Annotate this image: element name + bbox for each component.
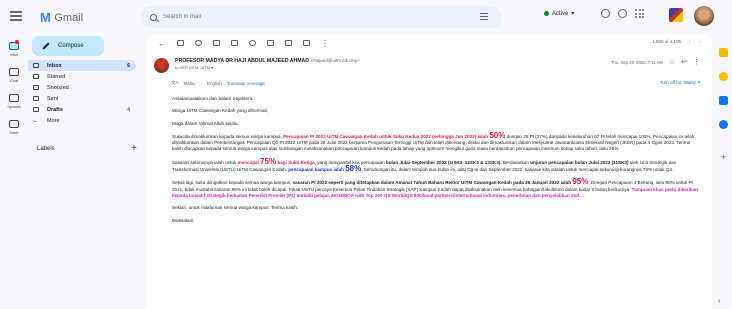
- greeting: Assalamualaikum dan Salam Sejahtera.: [172, 96, 254, 101]
- move-to-icon[interactable]: [285, 40, 292, 46]
- apps-grid-icon[interactable]: [635, 9, 644, 18]
- archive-icon[interactable]: [177, 40, 184, 46]
- labels-heading: Labels: [37, 146, 55, 152]
- star-icon[interactable]: ☆: [669, 58, 675, 66]
- spaces-icon: [9, 94, 19, 102]
- add-addon-icon[interactable]: +: [719, 152, 728, 162]
- send-icon: [33, 96, 39, 101]
- organization-logo[interactable]: [669, 8, 683, 22]
- chevron-down-icon: ▾: [571, 11, 575, 17]
- search-input[interactable]: [163, 14, 363, 20]
- rail-item-meet[interactable]: Meet: [0, 120, 28, 135]
- search-icon[interactable]: [150, 13, 157, 21]
- tasks-icon[interactable]: [719, 96, 728, 105]
- chat-icon: [9, 68, 19, 76]
- rail-item-spaces[interactable]: Spaces: [0, 94, 28, 109]
- message-header: PROFESOR MADYA DR HAJI ABDUL MAJEED AHMA…: [154, 58, 704, 73]
- chevron-down-icon: ⌄: [33, 117, 38, 124]
- meet-icon: [9, 120, 19, 128]
- star-icon: [33, 74, 39, 79]
- delete-icon[interactable]: [213, 40, 220, 46]
- add-label-button[interactable]: +: [131, 143, 137, 154]
- main-menu-icon[interactable]: [10, 11, 22, 21]
- next-page-icon[interactable]: ›: [699, 39, 701, 44]
- help-icon[interactable]: [601, 9, 610, 18]
- label-icon[interactable]: [303, 40, 310, 46]
- message-body: Assalamualaikum dan Salam Sejahtera. War…: [172, 96, 702, 230]
- message-date: Thu, Sep 29, 2022, 7:11 AM: [611, 59, 663, 65]
- closing: Wassalam.: [172, 217, 195, 223]
- turn-off-translate-link[interactable]: Turn off for: Malay ✕: [660, 80, 701, 86]
- search-bar[interactable]: [140, 6, 502, 28]
- snooze-icon[interactable]: [249, 40, 256, 46]
- reply-icon[interactable]: ↩: [681, 58, 687, 66]
- compose-label: Compose: [58, 43, 84, 49]
- wish: Moga dalam rahmat Allah selalu.: [172, 120, 239, 126]
- sidebar-item-starred[interactable]: Starred: [28, 71, 136, 82]
- top-bar: M Gmail Active ▾: [0, 0, 732, 34]
- pencil-icon: [42, 42, 50, 50]
- sidebar-item-drafts[interactable]: Drafts 4: [28, 104, 136, 115]
- gmail-logo[interactable]: M Gmail: [40, 10, 83, 25]
- message-toolbar: ← ⋮ 1,500 of 4,105 ‹ ›: [146, 34, 712, 52]
- active-status-icon: [544, 11, 549, 16]
- calendar-icon[interactable]: [719, 48, 728, 57]
- message-pane: ← ⋮ 1,500 of 4,105 ‹ › PROFESOR MADYA DR…: [146, 34, 712, 309]
- translate-message-link[interactable]: Translate message: [227, 81, 265, 86]
- app-name: Gmail: [54, 11, 84, 24]
- report-spam-icon[interactable]: [195, 40, 202, 46]
- avatar[interactable]: [694, 6, 714, 26]
- translate-icon: 文A: [171, 80, 179, 85]
- drafts-count: 4: [127, 106, 130, 113]
- gmail-m-icon: M: [40, 10, 51, 25]
- draft-icon: [33, 107, 39, 112]
- more-vert-icon[interactable]: ⋮: [693, 58, 700, 66]
- paragraph-3: Sekali lagi, suka diingatkan kepada semu…: [172, 177, 698, 198]
- inbox-count: 6: [127, 62, 130, 69]
- rail-item-mail[interactable]: Mail: [0, 40, 28, 57]
- chevron-right-icon[interactable]: ›: [718, 298, 720, 305]
- settings-icon[interactable]: [618, 9, 627, 18]
- search-options-icon[interactable]: [480, 13, 488, 20]
- sidebar-nav: Inbox 6 Starred Snoozed Sent Drafts 4 ⌄ …: [28, 60, 140, 126]
- sidebar-item-sent[interactable]: Sent: [28, 93, 136, 104]
- pagination: 1,500 of 4,105 ‹ ›: [652, 39, 700, 44]
- add-to-tasks-icon[interactable]: [267, 40, 274, 46]
- paragraph-1: Sukacita dimaklumkan kepada semua warga …: [172, 130, 695, 152]
- more-options-icon[interactable]: ⋮: [321, 39, 329, 48]
- paragraph-4: Sekian, untuk makluman semua warga kampu…: [172, 205, 299, 211]
- compose-button[interactable]: Compose: [32, 36, 104, 56]
- back-arrow-icon[interactable]: ←: [158, 39, 166, 48]
- status-label: Active: [552, 10, 569, 17]
- unread-badge: [15, 40, 19, 44]
- left-rail: Mail Chat Spaces Meet: [0, 34, 28, 309]
- pager-text: 1,500 of 4,105: [652, 39, 681, 44]
- contacts-icon[interactable]: [719, 120, 728, 129]
- translate-bar: 文A Malay › English Translate message Tur…: [171, 80, 701, 86]
- sender-email: <majeed@uitm.edu.my>: [310, 58, 360, 63]
- prev-page-icon[interactable]: ‹: [689, 39, 691, 44]
- target-language[interactable]: English: [207, 81, 222, 86]
- salutation: Warga UiTM Cawangan Kedah yang dihormati…: [172, 108, 269, 114]
- rail-item-chat[interactable]: Chat: [0, 68, 28, 83]
- sidebar-item-snoozed[interactable]: Snoozed: [28, 82, 136, 93]
- sidebar-item-more[interactable]: ⌄ More: [28, 115, 136, 126]
- mark-unread-icon[interactable]: [231, 40, 238, 46]
- inbox-icon: [33, 63, 39, 68]
- status-selector[interactable]: Active ▾: [544, 10, 574, 17]
- clock-icon: [33, 85, 39, 90]
- paragraph-2: Sasaran seterusnya ialah untuk mencapai …: [172, 156, 677, 174]
- source-language[interactable]: Malay: [184, 81, 196, 86]
- keep-icon[interactable]: [719, 72, 728, 81]
- sender-avatar[interactable]: [154, 58, 169, 73]
- sidebar-item-inbox[interactable]: Inbox 6: [28, 60, 136, 71]
- side-panel: +: [716, 34, 732, 309]
